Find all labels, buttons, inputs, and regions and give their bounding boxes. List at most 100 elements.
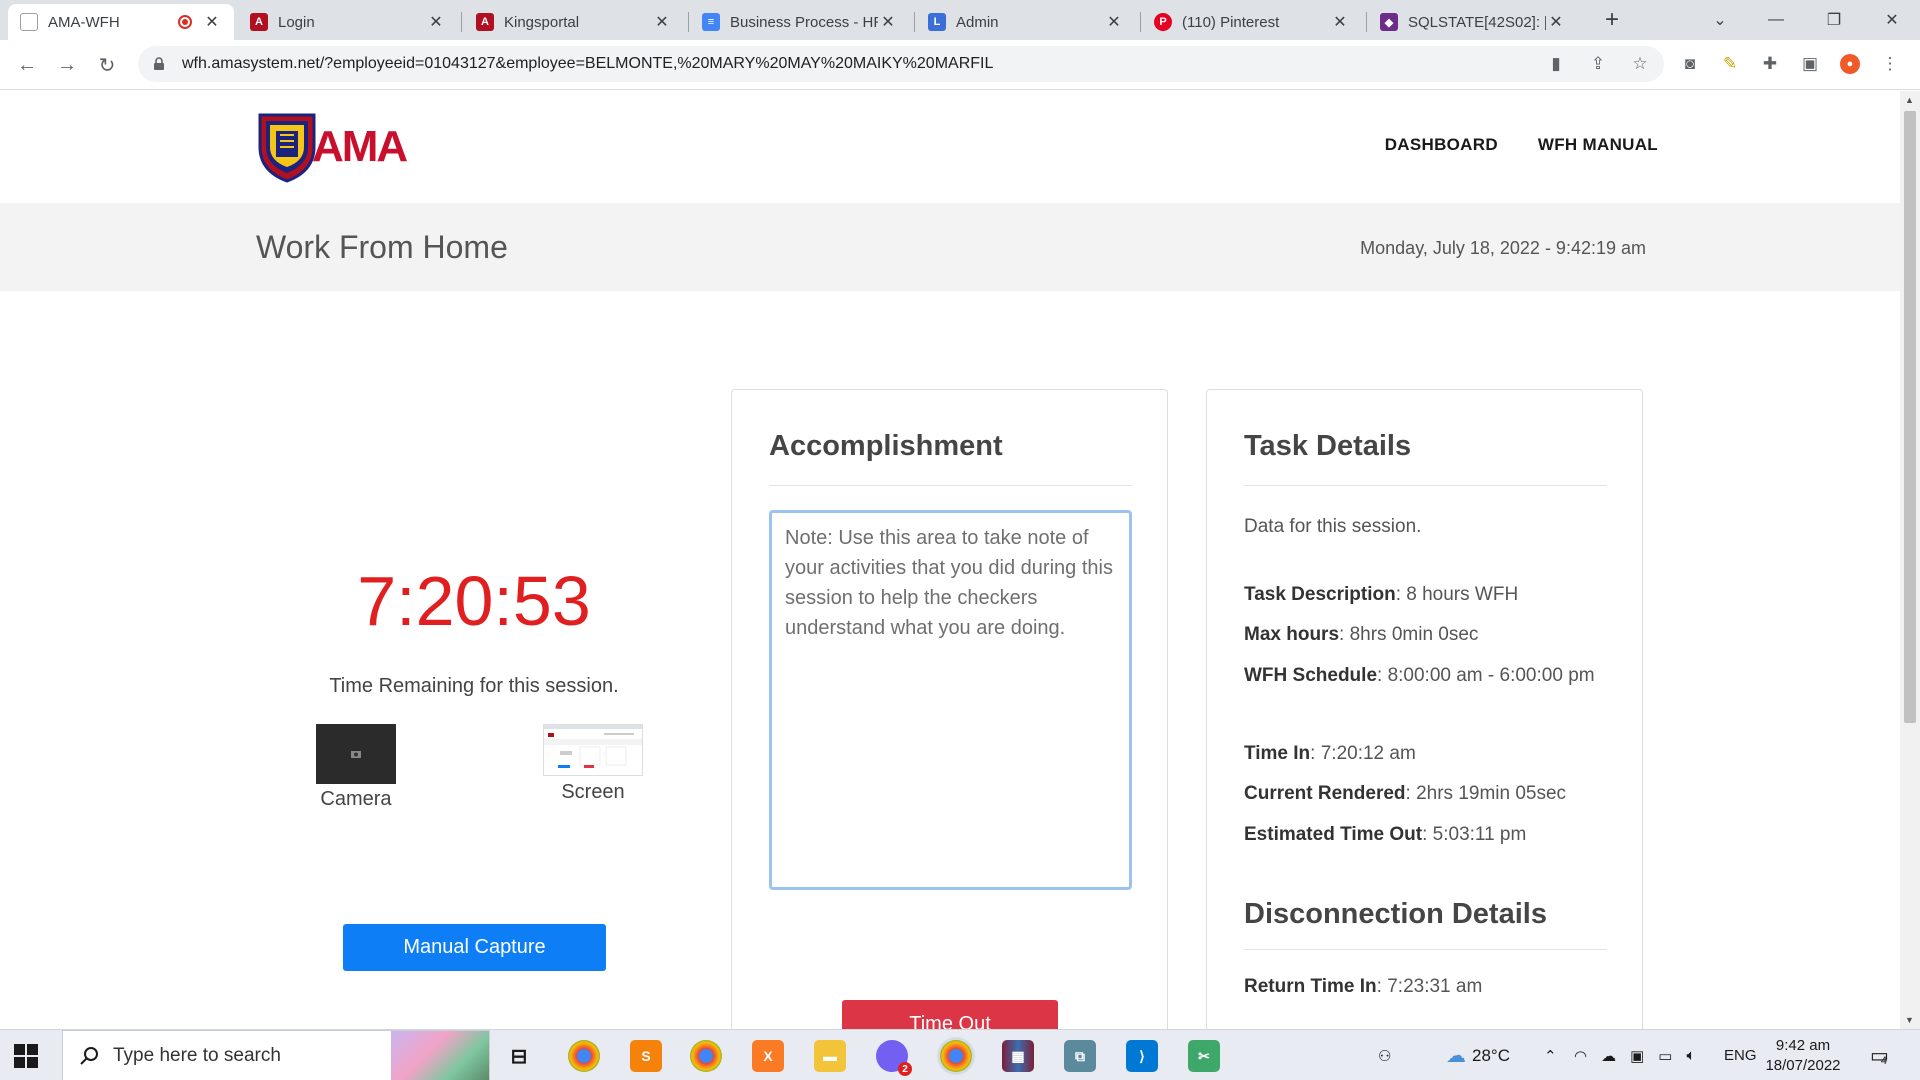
close-icon[interactable]: ✕ bbox=[878, 12, 898, 32]
close-icon[interactable]: ✕ bbox=[1546, 12, 1566, 32]
chrome-active-icon[interactable] bbox=[940, 1040, 972, 1072]
winrar-icon[interactable]: ▦ bbox=[1002, 1040, 1034, 1072]
disconnection-title: Disconnection Details bbox=[1244, 898, 1547, 930]
google-docs-icon: ≡ bbox=[702, 13, 720, 31]
tab-search-icon[interactable]: ⌄ bbox=[1692, 0, 1748, 40]
close-icon[interactable]: ✕ bbox=[1330, 12, 1350, 32]
accomplishment-note-input[interactable] bbox=[769, 510, 1132, 890]
browser-tabstrip: AMA-WFH ✕ A Login ✕ A Kingsportal ✕ ≡ Bu… bbox=[0, 0, 1920, 40]
page-scrollbar[interactable]: ▲ ▼ bbox=[1900, 91, 1920, 1029]
tab-title: Kingsportal bbox=[504, 13, 580, 31]
detail-label: Time In bbox=[1244, 743, 1311, 764]
wifi-icon[interactable]: ◠ bbox=[1574, 1047, 1587, 1065]
close-icon[interactable]: ✕ bbox=[652, 12, 672, 32]
search-highlight-image bbox=[391, 1031, 489, 1080]
notification-center-icon[interactable]: ▭ 4 bbox=[1870, 1030, 1889, 1080]
scroll-thumb[interactable] bbox=[1904, 111, 1916, 723]
close-icon[interactable]: ✕ bbox=[202, 12, 222, 32]
nav-dashboard[interactable]: DASHBOARD bbox=[1385, 135, 1498, 155]
nav-wfh-manual[interactable]: WFH MANUAL bbox=[1538, 135, 1658, 155]
share-icon[interactable]: ⇪ bbox=[1588, 54, 1608, 74]
screen-icon[interactable]: ▣ bbox=[1630, 1047, 1644, 1065]
divider bbox=[1244, 949, 1607, 950]
snipping-tool-icon[interactable]: ✂ bbox=[1188, 1040, 1220, 1072]
scroll-up-icon[interactable]: ▲ bbox=[1905, 95, 1914, 105]
ama-crest-icon bbox=[258, 113, 316, 183]
close-icon[interactable]: ✕ bbox=[1104, 12, 1124, 32]
pen-extension-icon[interactable]: ✎ bbox=[1720, 54, 1740, 74]
ama-logo[interactable]: AMA bbox=[256, 111, 408, 183]
tab-admin[interactable]: L Admin ✕ bbox=[916, 4, 1136, 40]
chrome-icon[interactable] bbox=[568, 1040, 600, 1072]
task-view-icon[interactable]: ⊟ bbox=[503, 1040, 535, 1072]
people-icon[interactable]: ⚇ bbox=[1378, 1030, 1391, 1080]
manual-capture-button[interactable]: Manual Capture bbox=[343, 924, 606, 971]
tab-title: Business Process - HR bbox=[730, 13, 878, 31]
task-details-card: Task Details Data for this session. Task… bbox=[1206, 389, 1643, 1029]
viber-badge: 2 bbox=[898, 1062, 912, 1076]
accomplishment-title: Accomplishment bbox=[769, 430, 1003, 462]
network-app-icon[interactable]: ⧉ bbox=[1064, 1040, 1096, 1072]
lock-icon bbox=[154, 57, 164, 70]
menu-kebab-icon[interactable]: ⋮ bbox=[1880, 54, 1900, 74]
taskbar-clock[interactable]: 9:42 am 18/07/2022 bbox=[1764, 1036, 1842, 1076]
bookmark-star-icon[interactable]: ☆ bbox=[1630, 54, 1650, 74]
tab-sqlstate[interactable]: ◆ SQLSTATE[42S02]: [M ✕ bbox=[1368, 4, 1578, 40]
sublime-text-icon[interactable]: S bbox=[630, 1040, 662, 1072]
page-viewport: AMA DASHBOARD WFH MANUAL Work From Home … bbox=[0, 91, 1900, 1029]
detail-value: : 5:03:11 pm bbox=[1422, 824, 1527, 845]
scroll-down-icon[interactable]: ▼ bbox=[1905, 1015, 1914, 1025]
minimize-button[interactable]: — bbox=[1748, 0, 1804, 40]
vscode-icon[interactable]: ⟩ bbox=[1126, 1040, 1158, 1072]
address-bar[interactable]: wfh.amasystem.net/?employeeid=01043127&e… bbox=[138, 46, 1664, 82]
tab-business-process[interactable]: ≡ Business Process - HR ✕ bbox=[690, 4, 910, 40]
side-panel-icon[interactable]: ▣ bbox=[1800, 54, 1820, 74]
search-icon bbox=[80, 1046, 98, 1065]
logo-text: AMA bbox=[312, 122, 408, 171]
return-time-in-row: Return Time In: 7:23:31 am bbox=[1244, 976, 1482, 998]
close-icon[interactable]: ✕ bbox=[426, 12, 446, 32]
language-indicator[interactable]: ENG bbox=[1724, 1030, 1757, 1080]
restore-button[interactable]: ❐ bbox=[1806, 0, 1862, 40]
estimated-time-out-row: Estimated Time Out: 5:03:11 pm bbox=[1244, 824, 1526, 846]
page-title: Work From Home bbox=[256, 229, 508, 265]
time-out-button[interactable]: Time Out bbox=[842, 1000, 1058, 1029]
page-icon bbox=[20, 13, 38, 31]
admin-icon: L bbox=[928, 13, 946, 31]
viber-icon[interactable]: 2 bbox=[876, 1040, 912, 1076]
tab-kingsportal[interactable]: A Kingsportal ✕ bbox=[464, 4, 684, 40]
detail-value: : 8 hours WFH bbox=[1395, 584, 1519, 605]
tab-separator bbox=[914, 12, 915, 32]
screen-thumbnail-image bbox=[544, 725, 642, 768]
show-hidden-icons[interactable]: ⌃ bbox=[1544, 1030, 1557, 1080]
onedrive-icon[interactable]: ☁ bbox=[1601, 1047, 1616, 1065]
screenshot-extension-icon[interactable]: ◙ bbox=[1680, 54, 1700, 74]
forward-button[interactable]: → bbox=[52, 50, 82, 80]
weather-widget[interactable]: ☁ 28°C bbox=[1446, 1030, 1510, 1080]
xampp-icon[interactable]: X bbox=[752, 1040, 784, 1072]
battery-icon[interactable]: ▭ bbox=[1658, 1047, 1672, 1065]
back-button[interactable]: ← bbox=[12, 50, 42, 80]
cloud-rain-icon: ☁ bbox=[1446, 1045, 1466, 1067]
tab-title: Admin bbox=[956, 13, 999, 31]
chrome-icon[interactable] bbox=[690, 1040, 722, 1072]
site-header: AMA DASHBOARD WFH MANUAL bbox=[0, 91, 1900, 203]
taskbar-search[interactable]: Type here to search bbox=[62, 1030, 490, 1080]
tab-separator bbox=[461, 12, 462, 32]
tab-ama-wfh[interactable]: AMA-WFH ✕ bbox=[8, 4, 234, 40]
detail-label: Max hours bbox=[1244, 624, 1340, 645]
tab-title: AMA-WFH bbox=[48, 13, 120, 31]
volume-icon[interactable]: 🔈︎ bbox=[1686, 1047, 1695, 1064]
new-tab-button[interactable]: + bbox=[1598, 6, 1626, 34]
profile-avatar-icon[interactable]: ● bbox=[1840, 54, 1860, 74]
camera-preview bbox=[316, 724, 396, 784]
windows-start-icon[interactable] bbox=[14, 1044, 38, 1068]
file-explorer-icon[interactable]: ▬ bbox=[814, 1040, 846, 1072]
reload-button[interactable]: ↻ bbox=[92, 50, 122, 80]
camera-blocked-icon[interactable]: ▮ bbox=[1546, 54, 1566, 74]
tab-login[interactable]: A Login ✕ bbox=[238, 4, 458, 40]
tab-title: Login bbox=[278, 13, 315, 31]
close-window-button[interactable]: ✕ bbox=[1864, 0, 1920, 40]
tab-pinterest[interactable]: P (110) Pinterest ✕ bbox=[1142, 4, 1362, 40]
extensions-puzzle-icon[interactable]: ✚ bbox=[1760, 54, 1780, 74]
